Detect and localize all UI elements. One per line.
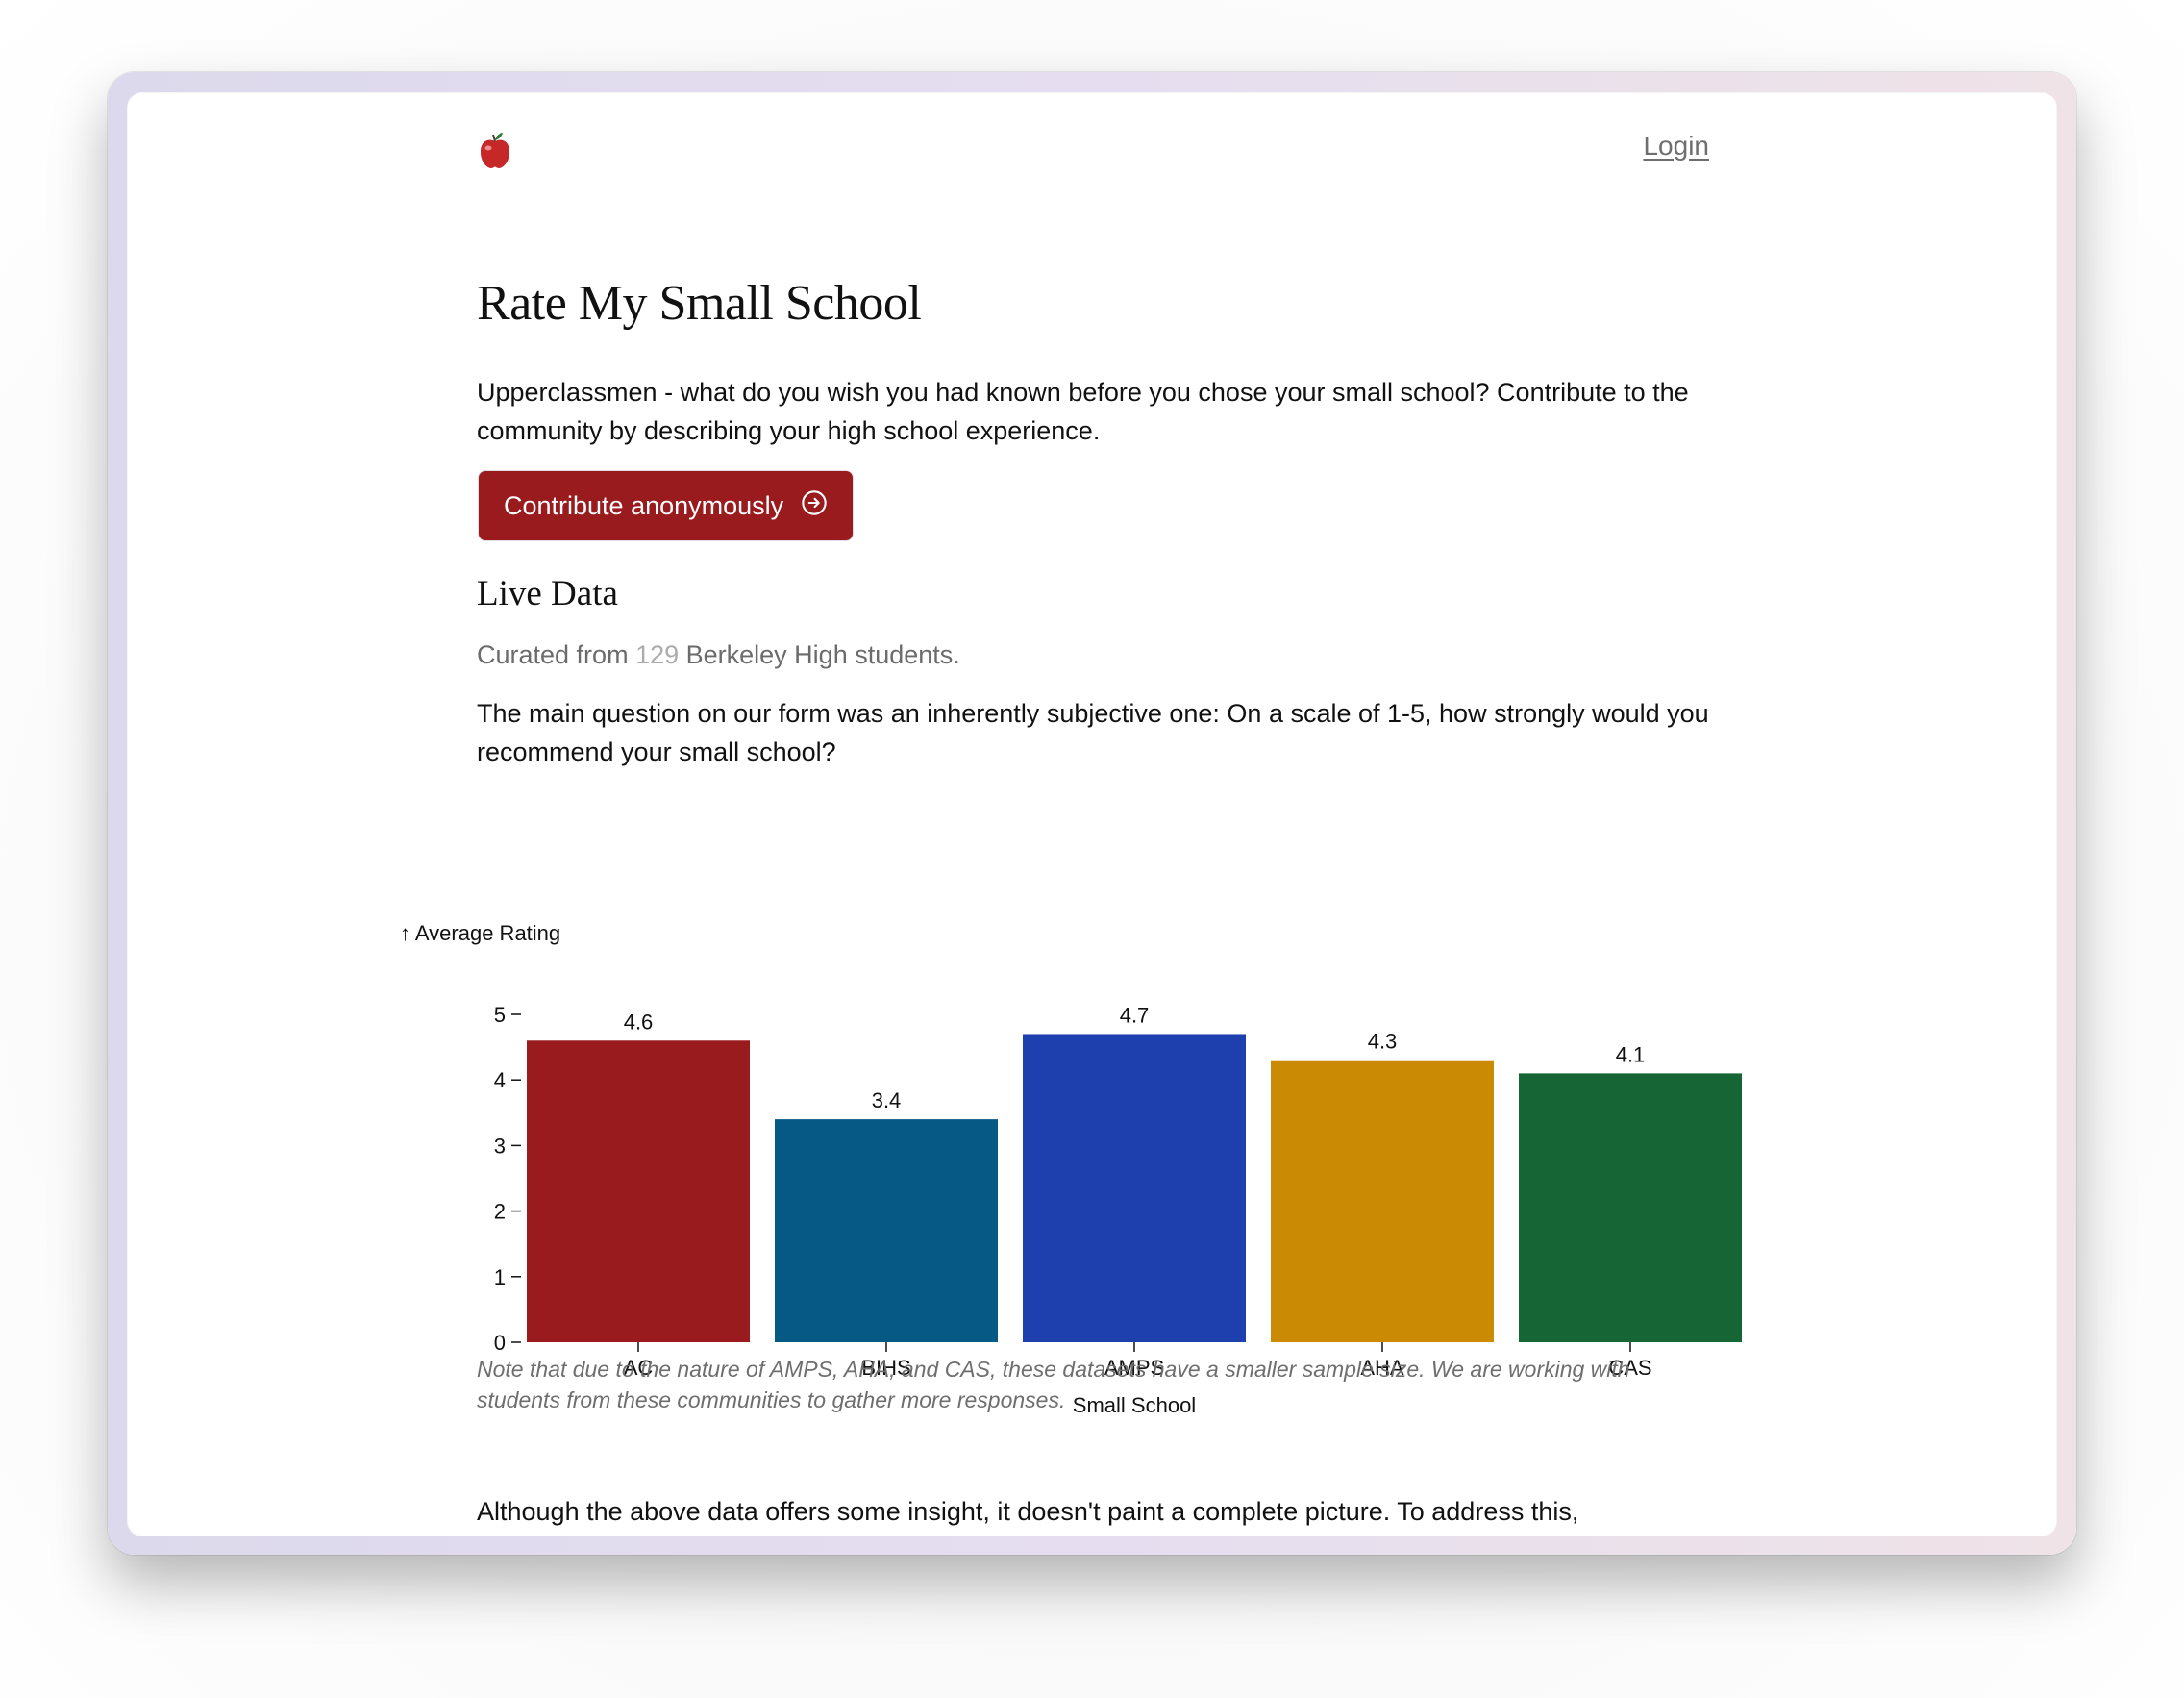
live-data-heading: Live Data <box>477 574 618 613</box>
bar-aha <box>1271 1060 1494 1342</box>
bar-ac <box>527 1040 750 1342</box>
login-link[interactable]: Login <box>1643 131 1709 162</box>
y-tick-label: 2 <box>494 1200 506 1224</box>
contribute-button-label: Contribute anonymously <box>504 490 784 520</box>
chart-svg: ↑ Average Rating 012345 4.63.44.74.34.1 … <box>400 921 1742 1417</box>
bar-cas <box>1519 1073 1742 1342</box>
bar-value-label: 3.4 <box>872 1088 902 1112</box>
browser-window-frame: Login Rate My Small School Upperclassmen… <box>108 72 2076 1555</box>
y-tick-label: 1 <box>494 1265 506 1289</box>
student-count: 129 <box>635 640 680 669</box>
page-title: Rate My Small School <box>477 276 922 331</box>
intro-paragraph: Upperclassmen - what do you wish you had… <box>477 378 1689 445</box>
apple-icon[interactable] <box>477 131 513 169</box>
sample-size-note: Note that due to the nature of AMPS, AHA… <box>477 1357 1630 1412</box>
bar-bihs <box>775 1119 998 1342</box>
average-rating-bar-chart: ↑ Average Rating 012345 4.6 3.4 4.7 4.3 4.1 … <box>390 823 1755 1438</box>
curated-suffix: Berkeley High students. <box>679 640 960 669</box>
bar-amps <box>1023 1034 1246 1342</box>
closing-paragraph: Although the above data offers some insi… <box>477 1497 1579 1526</box>
bar-value-label: 4.3 <box>1368 1030 1398 1054</box>
curated-prefix: Curated from <box>477 640 636 669</box>
contribute-anonymously-button[interactable]: Contribute anonymously <box>478 470 855 541</box>
bars: 4.6 3.4 4.7 4.3 4.1 <box>527 1003 1742 1342</box>
bar-value-label: 4.7 <box>1120 1003 1150 1027</box>
question-paragraph: The main question on our form was an inh… <box>477 699 1709 766</box>
y-tick-label: 0 <box>494 1331 506 1355</box>
y-tick-label: 3 <box>494 1134 506 1158</box>
y-tick-label: 5 <box>494 1003 506 1027</box>
arrow-circle-right-icon <box>801 489 828 523</box>
browser-window: Login Rate My Small School Upperclassmen… <box>127 92 2057 1536</box>
curated-summary: Curated from 129 Berkeley High students. <box>477 640 960 670</box>
y-axis: 0 1 2 3 4 5 <box>494 1003 521 1355</box>
bar-value-label: 4.6 <box>624 1010 654 1034</box>
page-content: Login Rate My Small School Upperclassmen… <box>400 92 1742 1536</box>
y-axis-label: ↑ Average Rating <box>400 921 560 945</box>
y-tick-label: 4 <box>494 1068 506 1092</box>
bar-value-label: 4.1 <box>1616 1042 1646 1066</box>
